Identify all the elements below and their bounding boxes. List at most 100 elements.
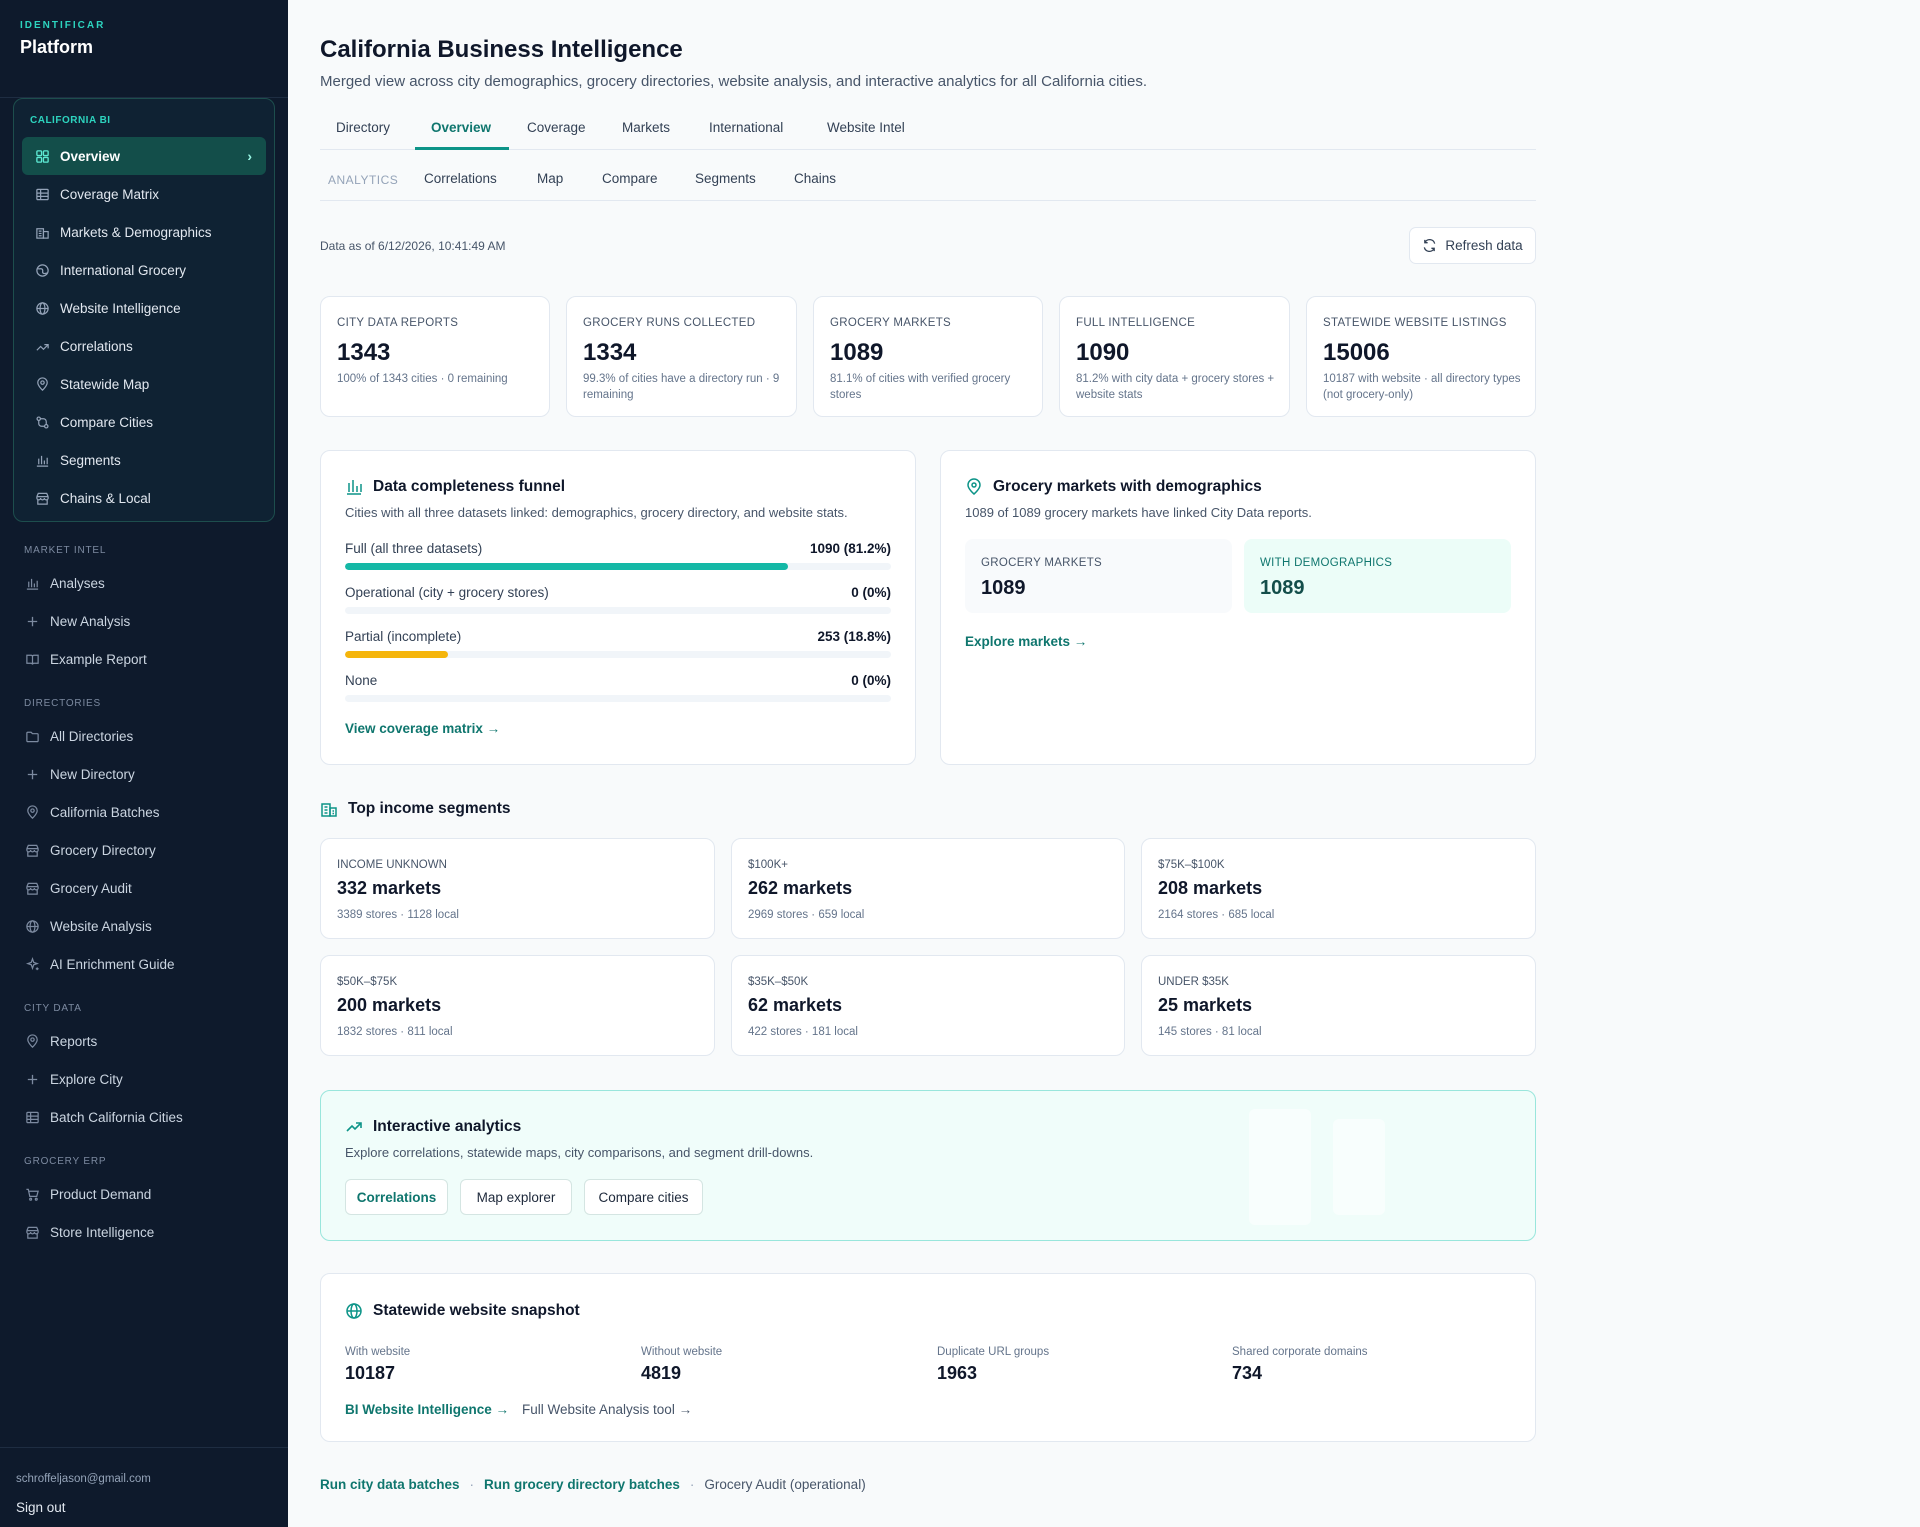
segment-value: 262 markets bbox=[748, 878, 853, 898]
sidebar-item-new-directory[interactable]: New Directory bbox=[24, 764, 135, 784]
analytics-title-text: Interactive analytics bbox=[373, 1118, 522, 1135]
subtab-map[interactable]: Map bbox=[537, 171, 563, 186]
store-icon bbox=[24, 1224, 40, 1240]
sidebar-item-statewide-map[interactable]: Statewide Map bbox=[22, 365, 266, 403]
sidebar-item-all-directories[interactable]: All Directories bbox=[24, 726, 133, 746]
compare-icon bbox=[34, 414, 50, 430]
sign-out-button[interactable]: Sign out bbox=[16, 1500, 66, 1515]
kpi-label: FULL INTELLIGENCE bbox=[1076, 317, 1196, 329]
tab-directory[interactable]: Directory bbox=[336, 120, 390, 135]
book-icon bbox=[24, 651, 40, 667]
map-explorer-button[interactable]: Map explorer bbox=[460, 1179, 572, 1215]
kpi-label: GROCERY MARKETS bbox=[830, 317, 952, 329]
sidebar-item-example-report[interactable]: Example Report bbox=[24, 649, 147, 669]
refresh-data-button[interactable]: Refresh data bbox=[1409, 227, 1536, 264]
grid-icon bbox=[34, 148, 50, 164]
sidebar-item-product-demand[interactable]: Product Demand bbox=[24, 1184, 151, 1204]
tab-overview[interactable]: Overview bbox=[431, 120, 491, 135]
segment-value: 62 markets bbox=[748, 995, 843, 1015]
subtab-chains[interactable]: Chains bbox=[794, 171, 836, 186]
sidebar-item-overview[interactable]: Overview › bbox=[22, 137, 266, 175]
tab-markets[interactable]: Markets bbox=[622, 120, 670, 135]
kpi-card-grocery-runs: GROCERY RUNS COLLECTED 1334 99.3% of cit… bbox=[566, 296, 797, 417]
stat-value: 4819 bbox=[641, 1363, 682, 1383]
sidebar-item-reports[interactable]: Reports bbox=[24, 1031, 97, 1051]
tab-international[interactable]: International bbox=[709, 120, 783, 135]
brand: IDENTIFICAR Platform bbox=[0, 0, 288, 98]
sidebar-item-california-batches[interactable]: California Batches bbox=[24, 802, 160, 822]
sidebar-item-grocery-directory[interactable]: Grocery Directory bbox=[24, 840, 156, 860]
funnel-title: Data completeness funnel bbox=[345, 478, 565, 496]
compare-cities-button[interactable]: Compare cities bbox=[584, 1179, 703, 1215]
sidebar-item-chains-local[interactable]: Chains & Local bbox=[22, 479, 266, 517]
funnel-row-value: 0 (0%) bbox=[851, 673, 891, 688]
subtab-compare[interactable]: Compare bbox=[602, 171, 658, 186]
cart-icon bbox=[24, 1186, 40, 1202]
sidebar-item-grocery-audit[interactable]: Grocery Audit bbox=[24, 878, 132, 898]
markets-demo-title-text: Grocery markets with demographics bbox=[993, 478, 1262, 495]
bi-website-intelligence-link[interactable]: BI Website Intelligence → bbox=[345, 1402, 509, 1417]
sidebar-item-label: New Directory bbox=[50, 766, 135, 782]
kpi-value: 1334 bbox=[583, 339, 637, 366]
explore-markets-link[interactable]: Explore markets → bbox=[965, 634, 1087, 649]
kpi-value: 15006 bbox=[1323, 339, 1390, 366]
tab-coverage[interactable]: Coverage bbox=[527, 120, 586, 135]
refresh-icon bbox=[1424, 238, 1436, 253]
globe-icon bbox=[24, 918, 40, 934]
decorative-shape bbox=[1249, 1109, 1311, 1225]
with-demographics-tile: WITH DEMOGRAPHICS 1089 bbox=[1244, 539, 1511, 613]
funnel-subtitle: Cities with all three datasets linked: d… bbox=[345, 505, 848, 520]
sidebar-item-compare-cities[interactable]: Compare Cities bbox=[22, 403, 266, 441]
sidebar-item-markets-demographics[interactable]: Markets & Demographics bbox=[22, 213, 266, 251]
bar-chart-icon bbox=[24, 575, 40, 591]
segment-note: 2969 stores · 659 local bbox=[748, 909, 865, 921]
sidebar-item-segments[interactable]: Segments bbox=[22, 441, 266, 479]
analytics-subtabs: ANALYTICS Correlations Map Compare Segme… bbox=[320, 159, 1536, 201]
subtab-segments[interactable]: Segments bbox=[695, 171, 756, 186]
segment-value: 332 markets bbox=[337, 878, 442, 898]
run-city-data-batches-link[interactable]: Run city data batches bbox=[320, 1477, 460, 1492]
kpi-note: 100% of 1343 cities · 0 remaining bbox=[337, 373, 508, 385]
run-grocery-directory-batches-link[interactable]: Run grocery directory batches bbox=[484, 1477, 680, 1492]
interactive-analytics-panel: Interactive analytics Explore correlatio… bbox=[320, 1090, 1536, 1241]
correlations-button[interactable]: Correlations bbox=[345, 1179, 448, 1215]
segment-card-35k-50k[interactable]: $35K–$50K 62 markets 422 stores · 181 lo… bbox=[731, 955, 1125, 1056]
pin-icon bbox=[24, 1033, 40, 1049]
tab-website-intel[interactable]: Website Intel bbox=[827, 120, 905, 135]
sidebar-item-new-analysis[interactable]: New Analysis bbox=[24, 611, 130, 631]
full-website-analysis-link[interactable]: Full Website Analysis tool → bbox=[522, 1402, 692, 1417]
sidebar-item-analyses[interactable]: Analyses bbox=[24, 573, 105, 593]
sidebar-item-store-intelligence[interactable]: Store Intelligence bbox=[24, 1222, 154, 1242]
sidebar-item-ai-enrichment-guide[interactable]: AI Enrichment Guide bbox=[24, 954, 175, 974]
kpi-value: 1343 bbox=[337, 339, 391, 366]
segment-note: 422 stores · 181 local bbox=[748, 1026, 858, 1038]
grocery-audit-link[interactable]: Grocery Audit (operational) bbox=[704, 1477, 865, 1492]
subtabs-label: ANALYTICS bbox=[328, 173, 399, 187]
segment-card-income-unknown[interactable]: INCOME UNKNOWN 332 markets 3389 stores ·… bbox=[320, 838, 715, 939]
funnel-row-value: 253 (18.8%) bbox=[817, 629, 891, 644]
brand-name[interactable]: Platform bbox=[20, 37, 268, 58]
sidebar-item-international-grocery[interactable]: International Grocery bbox=[22, 251, 266, 289]
segment-card-100k-plus[interactable]: $100K+ 262 markets 2969 stores · 659 loc… bbox=[731, 838, 1125, 939]
kpi-note: 81.1% of cities with verified grocery st… bbox=[830, 373, 1011, 401]
sidebar-item-batch-california-cities[interactable]: Batch California Cities bbox=[24, 1107, 183, 1127]
segment-card-under-35k[interactable]: UNDER $35K 25 markets 145 stores · 81 lo… bbox=[1141, 955, 1536, 1056]
sidebar-item-website-intelligence[interactable]: Website Intelligence bbox=[22, 289, 266, 327]
segment-card-75k-100k[interactable]: $75K–$100K 208 markets 2164 stores · 685… bbox=[1141, 838, 1536, 939]
funnel-row-value: 0 (0%) bbox=[851, 585, 891, 600]
kpi-card-full-intelligence: FULL INTELLIGENCE 1090 81.2% with city d… bbox=[1059, 296, 1290, 417]
sidebar-item-explore-city[interactable]: Explore City bbox=[24, 1069, 123, 1089]
subtab-correlations[interactable]: Correlations bbox=[424, 171, 497, 186]
view-coverage-matrix-link[interactable]: View coverage matrix → bbox=[345, 721, 500, 736]
data-timestamp: Data as of 6/12/2026, 10:41:49 AM bbox=[320, 239, 506, 253]
decorative-shape bbox=[1333, 1119, 1385, 1215]
sidebar-item-website-analysis[interactable]: Website Analysis bbox=[24, 916, 152, 936]
sidebar-item-coverage-matrix[interactable]: Coverage Matrix bbox=[22, 175, 266, 213]
buildings-icon bbox=[321, 803, 337, 817]
segment-card-50k-75k[interactable]: $50K–$75K 200 markets 1832 stores · 811 … bbox=[320, 955, 715, 1056]
sidebar-item-label: Reports bbox=[50, 1033, 98, 1049]
sidebar-item-correlations[interactable]: Correlations bbox=[22, 327, 266, 365]
sidebar-item-label: All Directories bbox=[50, 728, 134, 744]
section-title-market-intel: MARKET INTEL bbox=[24, 545, 107, 556]
funnel-row-value: 1090 (81.2%) bbox=[809, 541, 891, 556]
